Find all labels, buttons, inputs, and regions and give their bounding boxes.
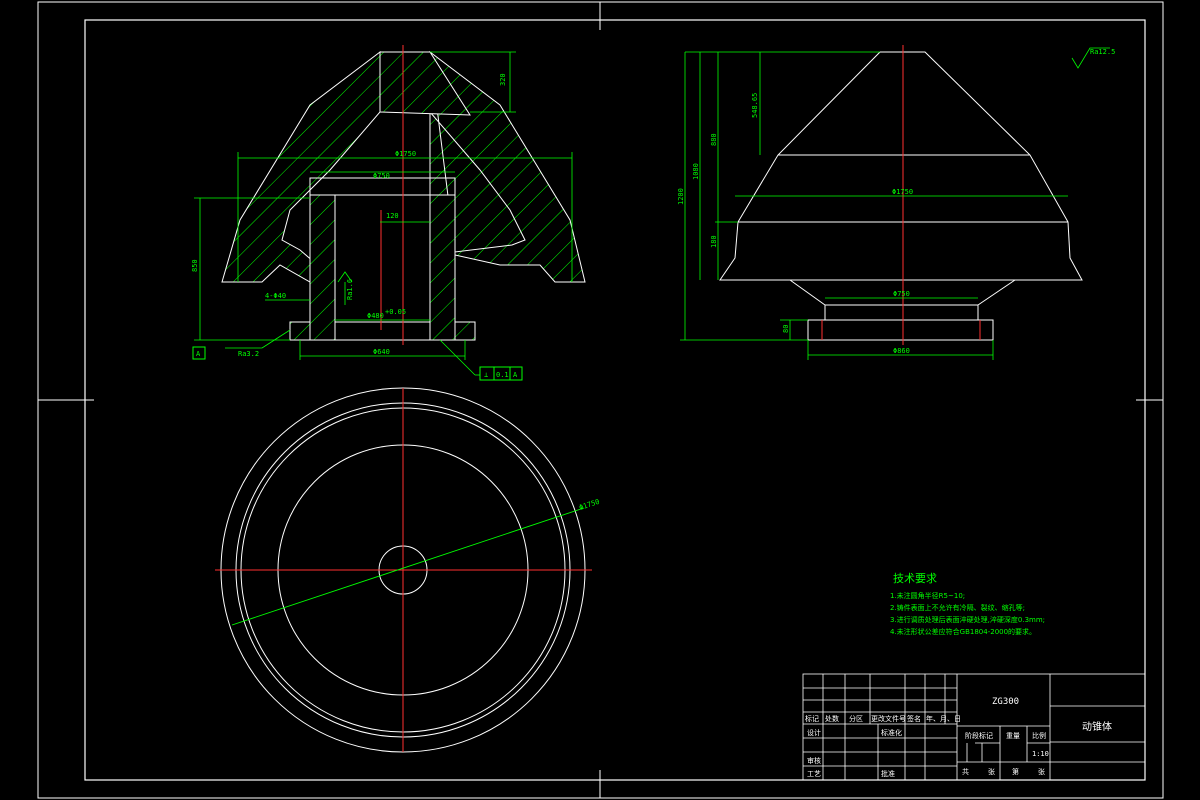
tolerance-frame: ⊥ 0.1 A <box>479 366 523 381</box>
process-label: 工艺 <box>807 770 821 778</box>
side-dim-mid-height: 880 <box>710 133 718 146</box>
part-name: 动锥体 <box>1082 721 1112 733</box>
dim-top-height: 320 <box>499 73 507 86</box>
side-dim-foot-diameter: Φ860 <box>893 347 910 355</box>
front-section-view: 320 Φ1750 Φ750 120 850 4-Φ40 Ra1.6 Φ480 … <box>191 45 586 381</box>
dim-chamfer: 4-Φ40 <box>265 292 286 300</box>
stage-label: 阶段标记 <box>965 731 993 740</box>
side-dim-low-height: 180 <box>710 235 718 248</box>
material: ZG300 <box>992 697 1019 707</box>
row-label-count: 处数 <box>825 714 839 723</box>
dim-outer-diameter: Φ1750 <box>395 150 416 158</box>
datum-label: A <box>196 350 201 358</box>
dim-bore: Φ480 <box>367 312 384 320</box>
side-dim-total-1: 1080 <box>692 163 700 180</box>
sheet-number: 第 <box>1012 767 1019 776</box>
side-dim-base-height: 80 <box>782 325 790 333</box>
sheet-border <box>37 1 1164 799</box>
notes-title: 技术要求 <box>893 572 937 585</box>
dim-gap: 120 <box>386 212 399 220</box>
side-dim-top-height: 548.65 <box>751 93 759 118</box>
sheet-number-unit: 张 <box>1038 767 1045 776</box>
cad-drawing: 320 Φ1750 Φ750 120 850 4-Φ40 Ra1.6 Φ480 … <box>37 1 1164 799</box>
row-label-zone: 分区 <box>849 714 863 723</box>
dim-height: 850 <box>191 259 199 272</box>
dim-inner-roughness: Ra1.6 <box>346 279 354 300</box>
sheet-total-unit: 张 <box>988 767 995 776</box>
notes-item-1: 1.未注圆角半径R5~10; <box>890 591 965 600</box>
row-label-doc: 更改文件号 <box>871 714 906 723</box>
notes-item-3: 3.进行调质处理后表面淬硬处理,淬硬深度0.3mm; <box>890 615 1045 624</box>
row-label-sign: 签名 <box>907 714 921 723</box>
title-block: 标记 处数 分区 更改文件号 签名 年、月、日 设计 标准化 审核 工艺 批准 … <box>802 673 1146 781</box>
plan-view: Φ1750 <box>215 387 601 753</box>
weight-label: 重量 <box>1006 732 1020 740</box>
approve-label: 批准 <box>881 769 895 778</box>
tolerance-datum: A <box>513 371 518 379</box>
notes-item-4: 4.未注形状公差应符合GB1804-2000的要求。 <box>890 627 1036 636</box>
review-label: 审核 <box>807 756 821 765</box>
side-dim-base: Φ750 <box>893 290 910 298</box>
row-label-date: 年、月、日 <box>926 714 961 723</box>
sheet-total: 共 <box>962 767 969 776</box>
side-dim-total-2: 1200 <box>677 188 685 205</box>
row-label-mark: 标记 <box>805 714 819 723</box>
standard-label: 标准化 <box>881 728 902 737</box>
plan-dim-diameter: Φ1750 <box>578 498 601 512</box>
tolerance-value: 0.1 <box>496 371 509 379</box>
scale-label: 比例 <box>1032 731 1046 740</box>
dim-base-diameter: Φ640 <box>373 348 390 356</box>
side-dim-outer-diameter: Φ1750 <box>892 188 913 196</box>
dim-roughness: Ra3.2 <box>238 350 259 358</box>
side-dim-roughness-top: Ra12.5 <box>1090 48 1115 56</box>
design-label: 设计 <box>807 728 821 737</box>
scale-value: 1:10 <box>1032 750 1049 758</box>
tolerance-symbol: ⊥ <box>484 371 488 379</box>
notes-item-2: 2.铸件表面上不允许有冷隔、裂纹、缩孔等; <box>890 603 1025 612</box>
dim-inner-top: Φ750 <box>373 172 390 180</box>
technical-notes: 技术要求 1.未注圆角半径R5~10; 2.铸件表面上不允许有冷隔、裂纹、缩孔等… <box>890 572 1045 636</box>
dim-bore-tolerance: +0.05 <box>385 308 406 316</box>
side-view: Ra12.5 548.65 880 1080 1200 180 Φ1750 Φ7… <box>677 45 1115 360</box>
